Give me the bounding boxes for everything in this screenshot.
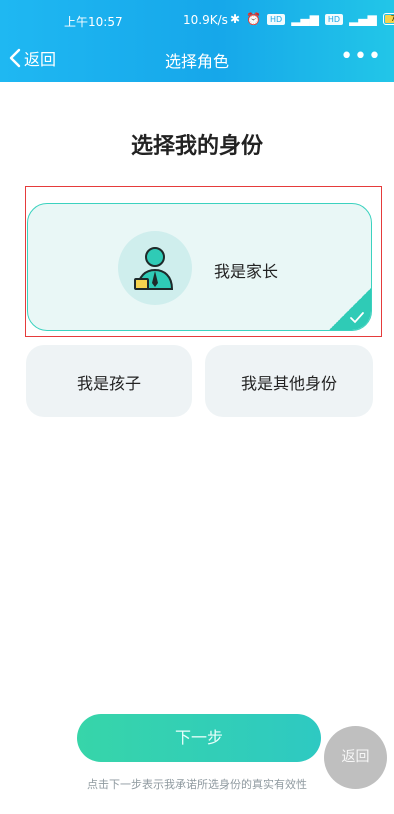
status-time: 上午10:57	[64, 15, 123, 29]
parent-avatar	[118, 231, 192, 305]
navbar: 返回 选择角色 •••	[0, 42, 394, 82]
hd-icon: HD	[267, 13, 286, 25]
page-heading: 选择我的身份	[130, 134, 263, 159]
hd-icon-2: HD	[324, 13, 344, 25]
status-icons: ✱ ⏰ HD ▂▄▆ HD ▂▄▆ 76	[230, 12, 394, 26]
child-option-label: 我是孩子	[76, 374, 141, 393]
network-speed: 10.9K/s	[183, 13, 228, 27]
signal-icon: ▂▄▆	[291, 12, 319, 26]
battery-icon: 76	[382, 13, 394, 25]
selected-indicator	[329, 288, 371, 330]
role-option-other[interactable]: 我是其他身份	[205, 345, 373, 417]
top-bar: 上午10:57 10.9K/s ✱ ⏰ HD ▂▄▆ HD ▂▄▆ 76 返回 …	[0, 0, 394, 82]
page-title-nav: 选择角色	[164, 52, 229, 71]
signal-icon-2: ▂▄▆	[349, 12, 377, 26]
checkmark-icon	[350, 312, 364, 324]
role-option-child[interactable]: 我是孩子	[26, 345, 192, 417]
bluetooth-icon: ✱	[230, 12, 241, 26]
next-button[interactable]: 下一步	[77, 714, 321, 762]
more-options-button[interactable]: •••	[340, 44, 382, 69]
status-bar: 上午10:57 10.9K/s ✱ ⏰ HD ▂▄▆ HD ▂▄▆ 76	[0, 0, 394, 42]
alarm-icon: ⏰	[246, 12, 262, 26]
parent-person-icon	[134, 247, 174, 290]
other-option-label: 我是其他身份	[240, 374, 337, 393]
floating-back-button[interactable]: 返回	[324, 726, 387, 789]
parent-option-label: 我是家长	[214, 262, 279, 281]
role-option-parent[interactable]: 我是家长	[27, 203, 372, 331]
